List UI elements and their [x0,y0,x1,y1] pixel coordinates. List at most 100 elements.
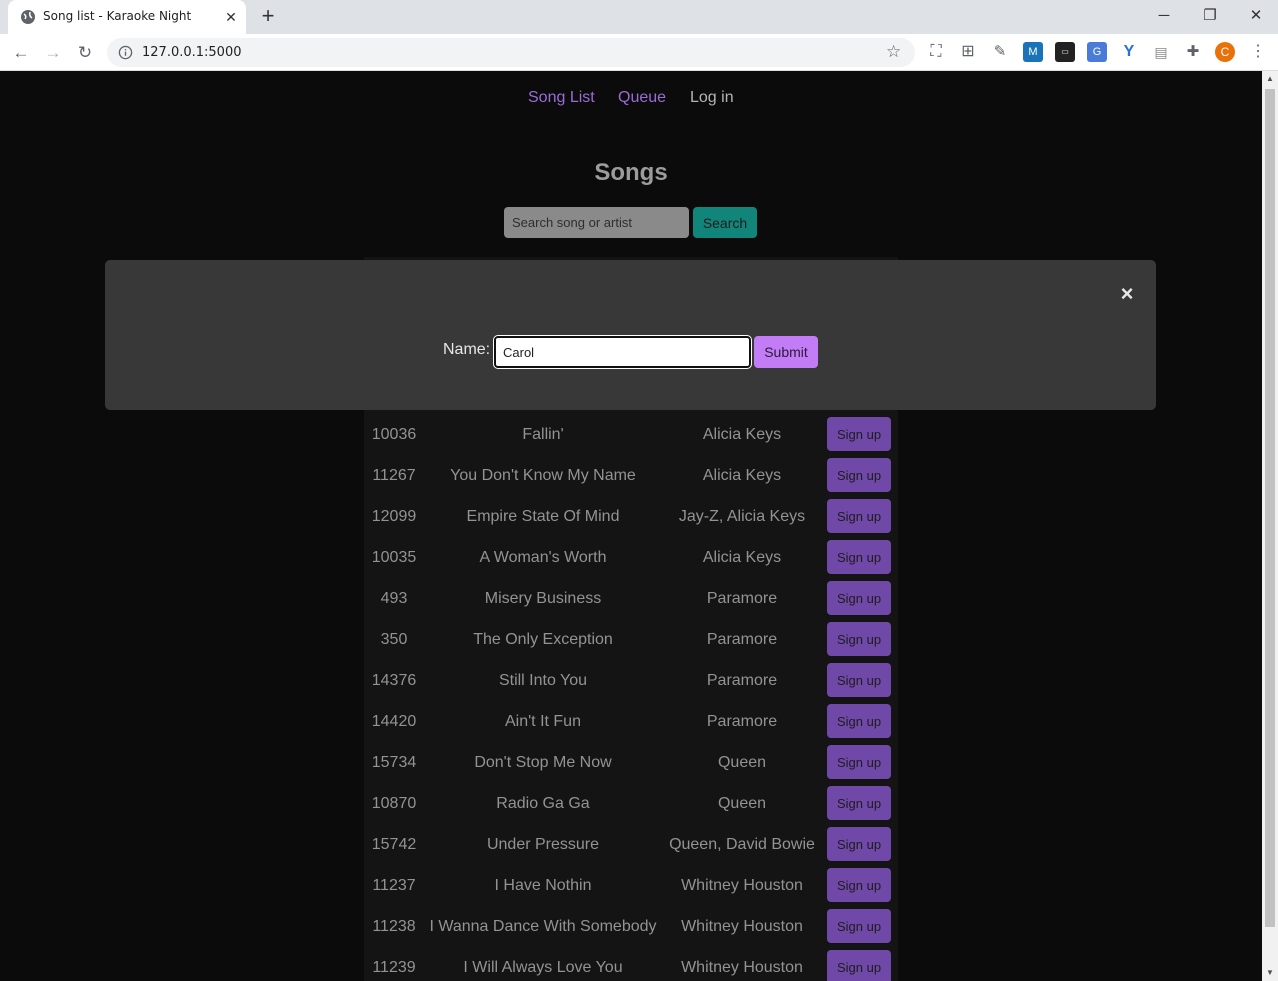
sign-up-button[interactable]: Sign up [827,622,891,656]
profile-avatar[interactable]: C [1215,42,1235,62]
sign-up-button[interactable]: Sign up [827,499,891,533]
browser-toolbar: ← → ↻ 127.0.0.1:5000 ☆ ⛶ ⊞ ✎ M ▭ G Y ▤ ✚… [0,34,1278,71]
song-id: 11239 [372,959,416,976]
song-title: Still Into You [498,672,588,689]
song-title: I Will Always Love You [463,959,623,976]
dark-extension-icon[interactable]: ▭ [1055,42,1075,62]
table-row: 14376 Still Into You Paramore Sign up [364,660,898,701]
grid-icon[interactable]: ⊞ [958,42,978,62]
table-row: 12099 Empire State Of Mind Jay-Z, Alicia K… [364,496,898,537]
bookmark-star-icon[interactable]: ☆ [886,42,901,62]
table-row: 11239 I Will Always Love You Whitney Houst… [364,947,898,981]
song-id: 14420 [371,713,417,730]
browser-tab-bar: Song list - Karaoke Night ✕ + ─ ❐ ✕ [0,0,1278,34]
name-label: Name: [443,341,491,358]
table-row: 11238 I Wanna Dance With Somebody Whitney … [364,906,898,947]
nav-queue[interactable]: Queue [618,89,666,107]
song-artist: Alicia Keys [702,467,782,484]
table-row: 493 Misery Business Paramore Sign up [364,578,898,619]
tab-title: Song list - Karaoke Night [43,9,192,23]
forward-icon[interactable]: → [40,40,66,66]
close-window-icon[interactable]: ✕ [1242,4,1270,28]
back-icon[interactable]: ← [8,40,34,66]
song-artist: Queen, David Bowie [669,836,815,853]
signup-modal: × Name: Submit [105,260,1156,410]
table-row: 15734 Don't Stop Me Now Queen Sign up [364,742,898,783]
screen-capture-icon[interactable]: ⛶ [926,42,946,62]
song-id: 10870 [371,795,417,812]
nav-song-list[interactable]: Song List [528,89,595,107]
translate-icon[interactable]: G [1087,42,1107,62]
song-title: Radio Ga Ga [496,795,590,812]
page-title: Songs [594,159,668,186]
song-title: Misery Business [484,590,602,607]
info-icon[interactable] [118,45,133,60]
song-artist: Jay-Z, Alicia Keys [678,508,806,525]
song-title: I Wanna Dance With Somebody [429,918,657,935]
table-row: 15742 Under Pressure Queen, David Bowie Sig… [364,824,898,865]
song-artist: Paramore [706,672,778,689]
song-title: I Have Nothin [494,877,592,894]
pen-extension-icon[interactable]: ✎ [990,42,1010,62]
scroll-up-icon[interactable]: ▲ [1265,74,1275,84]
sign-up-button[interactable]: Sign up [827,786,891,820]
menu-kebab-icon[interactable]: ⋮ [1248,42,1268,62]
song-id: 11237 [372,877,416,894]
scrollbar-thumb[interactable] [1265,89,1275,927]
song-title: Don't Stop Me Now [474,754,612,771]
table-row: 11237 I Have Nothin Whitney Houston Sign up [364,865,898,906]
globe-icon [21,10,35,24]
song-id: 11238 [372,918,416,935]
song-artist: Alicia Keys [702,426,782,443]
song-artist: Queen [717,754,767,771]
table-row: 350 The Only Exception Paramore Sign up [364,619,898,660]
minimize-icon[interactable]: ─ [1150,4,1178,28]
new-tab-icon[interactable]: + [256,5,280,29]
song-id: 10035 [371,549,417,566]
song-id: 11267 [372,467,416,484]
y-extension-icon[interactable]: Y [1119,42,1139,62]
reload-icon[interactable]: ↻ [72,40,98,66]
song-artist: Paramore [706,590,778,607]
sign-up-button[interactable]: Sign up [827,950,891,981]
song-id: 10036 [371,426,417,443]
name-field[interactable] [493,335,752,369]
m-extension-icon[interactable]: M [1023,42,1043,62]
song-artist: Queen [717,795,767,812]
sign-up-button[interactable]: Sign up [827,458,891,492]
submit-button[interactable]: Submit [754,336,818,368]
sign-up-button[interactable]: Sign up [827,868,891,902]
sign-up-button[interactable]: Sign up [827,704,891,738]
sign-up-button[interactable]: Sign up [827,909,891,943]
song-artist: Whitney Houston [681,877,803,894]
song-id: 14376 [371,672,417,689]
clipboard-extension-icon[interactable]: ▤ [1151,42,1171,62]
song-title: You Don't Know My Name [450,467,636,484]
search-input[interactable] [504,207,689,238]
song-id: 15734 [371,754,417,771]
sign-up-button[interactable]: Sign up [827,663,891,697]
page-scrollbar[interactable]: ▲ ▼ [1262,71,1278,981]
scroll-down-icon[interactable]: ▼ [1265,968,1275,978]
song-id: 15742 [371,836,417,853]
address-bar[interactable]: 127.0.0.1:5000 ☆ [107,38,915,67]
table-row: 14420 Ain't It Fun Paramore Sign up [364,701,898,742]
sign-up-button[interactable]: Sign up [827,745,891,779]
song-artist: Alicia Keys [702,549,782,566]
search-button[interactable]: Search [693,207,757,238]
browser-tab[interactable]: Song list - Karaoke Night ✕ [8,0,246,34]
song-title: Ain't It Fun [505,713,581,730]
puzzle-extensions-icon[interactable]: ✚ [1183,42,1203,62]
sign-up-button[interactable]: Sign up [827,827,891,861]
sign-up-button[interactable]: Sign up [827,581,891,615]
table-row: 10035 A Woman's Worth Alicia Keys Sign up [364,537,898,578]
sign-up-button[interactable]: Sign up [827,417,891,451]
sign-up-button[interactable]: Sign up [827,540,891,574]
song-title: A Woman's Worth [479,549,607,566]
song-id: 12099 [371,508,417,525]
nav-login[interactable]: Log in [690,89,734,107]
restore-icon[interactable]: ❐ [1196,4,1224,28]
song-artist: Whitney Houston [681,918,803,935]
close-tab-icon[interactable]: ✕ [222,8,240,26]
close-icon[interactable]: × [1115,282,1139,306]
